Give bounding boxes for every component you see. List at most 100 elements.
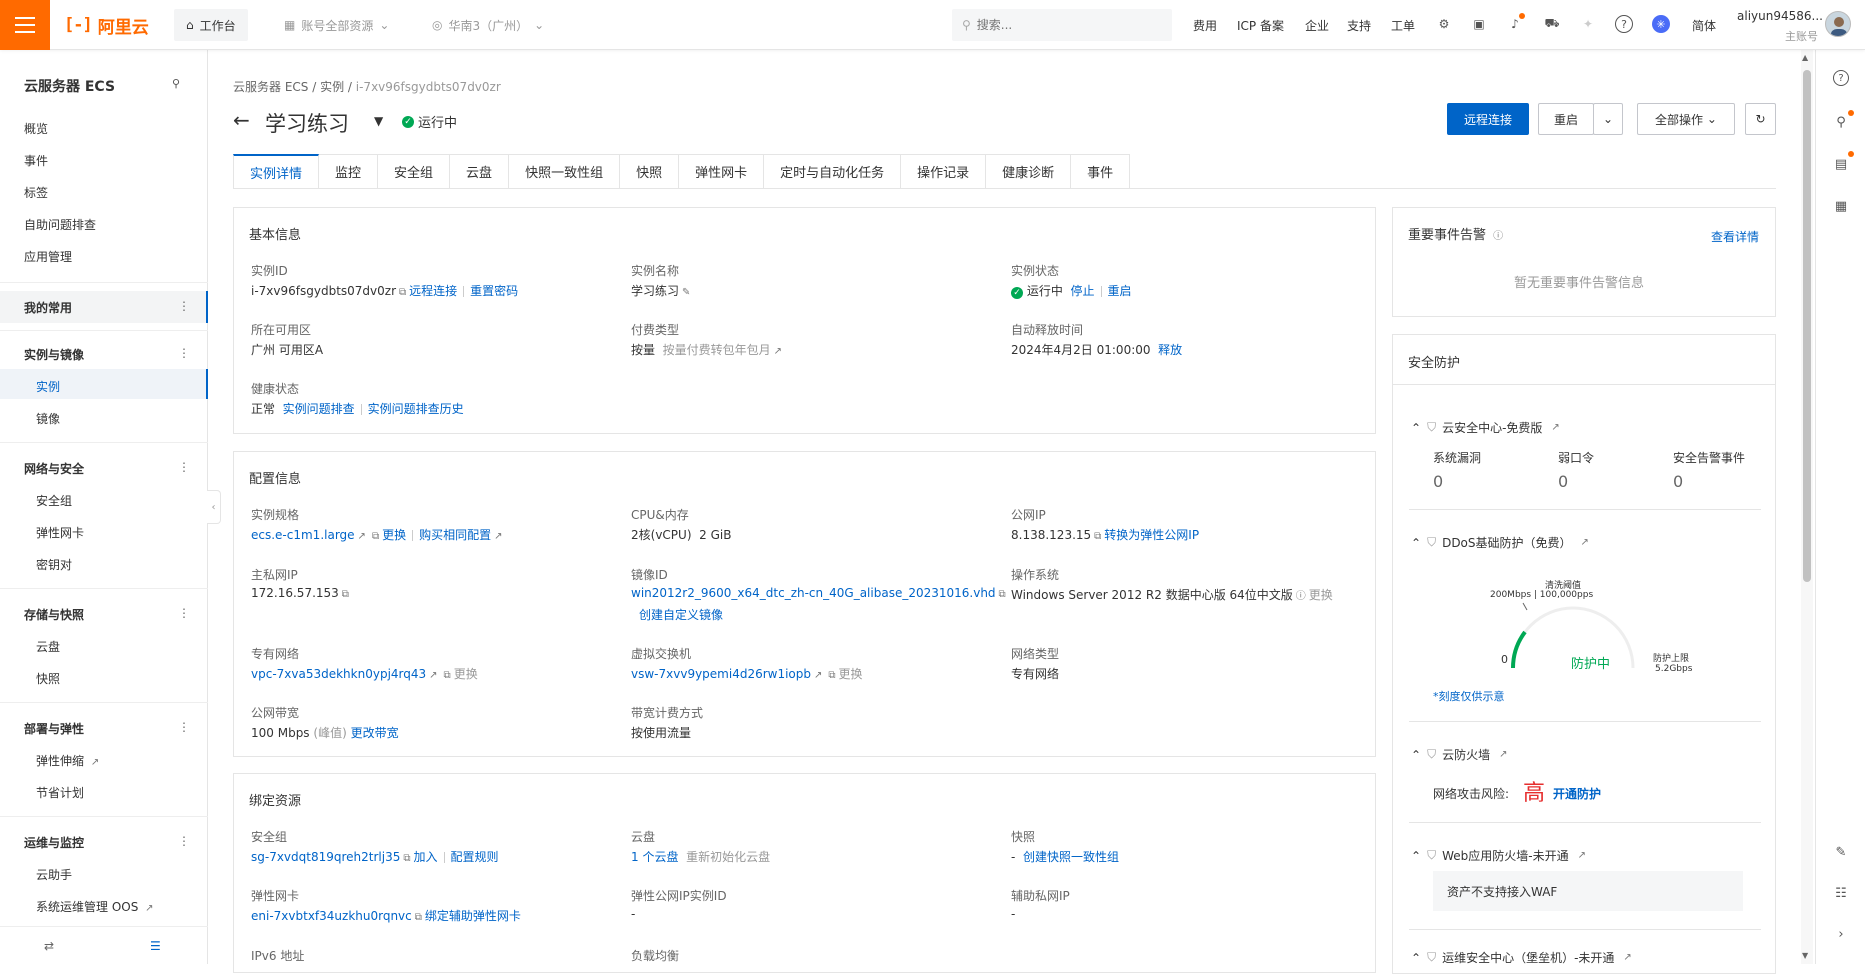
help-icon[interactable]: ⓘ: [1493, 227, 1503, 242]
restart-link[interactable]: 重启: [1108, 284, 1132, 298]
create-custom-image-link[interactable]: 创建自定义镜像: [639, 608, 723, 622]
user-name[interactable]: aliyun94586...: [1737, 9, 1823, 23]
tab-snapshot[interactable]: 快照: [620, 154, 680, 189]
global-search[interactable]: ⚲: [952, 9, 1172, 41]
troubleshoot-history-link[interactable]: 实例问题排查历史: [368, 402, 464, 416]
spec-link[interactable]: ecs.e-c1m1.large: [251, 528, 355, 542]
reinit-disk-link[interactable]: 重新初始化云盘: [686, 850, 770, 864]
feedback-icon[interactable]: ☷: [1831, 883, 1851, 903]
lightbulb-icon[interactable]: ✦: [1579, 15, 1597, 33]
scroll-down-icon[interactable]: ▼: [1802, 951, 1808, 960]
cart-icon[interactable]: ⛟: [1543, 15, 1561, 33]
nav-ticket[interactable]: 工单: [1391, 17, 1415, 34]
ddos-header[interactable]: ⌃ ⛉ DDoS基础防护（免费） ↗: [1411, 534, 1592, 551]
book-icon[interactable]: ▤: [1831, 154, 1851, 174]
nav-support[interactable]: 支持: [1347, 17, 1371, 34]
restart-dropdown-button[interactable]: ⌄: [1593, 103, 1623, 135]
sidebar-item-cloud-assistant[interactable]: 云助手: [36, 866, 72, 883]
change-vpc-link[interactable]: 更换: [454, 667, 478, 681]
switch-icon[interactable]: ⇄: [44, 939, 54, 953]
remote-connect-button[interactable]: 远程连接: [1447, 103, 1529, 135]
sidebar-group-instances[interactable]: 实例与镜像: [24, 346, 84, 363]
tab-monitor[interactable]: 监控: [319, 154, 379, 189]
terminal-icon[interactable]: ▣: [1470, 15, 1488, 33]
search-input[interactable]: [976, 18, 1147, 32]
sidebar-item-apps[interactable]: 应用管理: [24, 248, 72, 265]
region-select[interactable]: ◎ 华南3（广州） ⌄: [420, 9, 556, 41]
chevron-right-icon[interactable]: ›: [1831, 924, 1851, 944]
sidebar-item-tags[interactable]: 标签: [24, 184, 48, 201]
bind-secondary-eni-link[interactable]: 绑定辅助弹性网卡: [425, 909, 521, 923]
sidebar-item-instance[interactable]: 实例: [36, 378, 60, 395]
tab-details[interactable]: 实例详情: [233, 154, 320, 189]
edit-icon[interactable]: ✎: [682, 287, 690, 298]
scrollbar-thumb[interactable]: [1803, 70, 1811, 582]
sidebar-item-autoscaling[interactable]: 弹性伸缩 ↗: [36, 752, 102, 769]
help-icon[interactable]: ?: [1833, 70, 1849, 86]
sidebar-group-network[interactable]: 网络与安全: [24, 460, 84, 477]
copy-icon[interactable]: ⧉: [399, 287, 406, 298]
enable-protection-link[interactable]: 开通防护: [1553, 785, 1601, 802]
account-scope-select[interactable]: ▦ 账号全部资源 ⌄: [272, 9, 401, 41]
restart-button[interactable]: 重启: [1538, 103, 1594, 135]
more-icon[interactable]: ⋮: [178, 834, 190, 848]
sidebar-item-image[interactable]: 镜像: [36, 410, 60, 427]
tab-snapshot-group[interactable]: 快照一致性组: [509, 154, 621, 189]
more-icon[interactable]: ⋮: [178, 460, 190, 474]
sidebar-group-ops[interactable]: 运维与监控: [24, 834, 84, 851]
security-group-link[interactable]: sg-7xvdqt819qreh2trlj35: [251, 850, 400, 864]
bastion-header[interactable]: ⌃ ⛉ 运维安全中心（堡垒机）-未开通 ↗: [1411, 949, 1635, 966]
waf-header[interactable]: ⌃ ⛉ Web应用防火墙-未开通 ↗: [1411, 847, 1589, 864]
join-sg-link[interactable]: 加入: [414, 850, 438, 864]
all-operations-button[interactable]: 全部操作 ⌄: [1637, 103, 1735, 135]
change-vswitch-link[interactable]: 更换: [839, 667, 863, 681]
tab-scheduled-tasks[interactable]: 定时与自动化任务: [764, 154, 902, 189]
nav-enterprise[interactable]: 企业: [1305, 17, 1329, 34]
refresh-button[interactable]: ↻: [1745, 103, 1776, 135]
convert-subscription-link[interactable]: 按量付费转包年包月: [663, 343, 771, 357]
tab-disk[interactable]: 云盘: [450, 154, 510, 189]
change-bandwidth-link[interactable]: 更改带宽: [351, 726, 399, 740]
create-snapshot-group-link[interactable]: 创建快照一致性组: [1023, 850, 1119, 864]
scroll-up-icon[interactable]: ▲: [1802, 53, 1808, 62]
avatar[interactable]: [1825, 11, 1851, 37]
disk-link[interactable]: 1 个云盘: [631, 850, 678, 864]
aliyun-logo[interactable]: [-] 阿里云: [64, 14, 149, 38]
copy-icon[interactable]: ⧉: [403, 853, 410, 864]
change-spec-link[interactable]: 更换: [382, 528, 406, 542]
vpc-link[interactable]: vpc-7xva53dekhkn0ypj4rq43: [251, 667, 426, 681]
tab-eni[interactable]: 弹性网卡: [679, 154, 765, 189]
reset-password-link[interactable]: 重置密码: [470, 284, 518, 298]
stop-link[interactable]: 停止: [1070, 284, 1094, 298]
copy-icon[interactable]: ⧉: [828, 670, 835, 681]
sidebar-item-oos[interactable]: 系统运维管理 OOS ↗: [36, 898, 157, 915]
firewall-header[interactable]: ⌃ ⛉ 云防火墙 ↗: [1411, 746, 1510, 763]
tab-security-group[interactable]: 安全组: [378, 154, 451, 189]
view-details-link[interactable]: 查看详情: [1711, 228, 1759, 245]
change-os-link[interactable]: 更换: [1309, 588, 1333, 602]
nav-fees[interactable]: 费用: [1193, 17, 1217, 34]
sidebar-group-myfav[interactable]: 我的常用: [24, 299, 72, 316]
more-icon[interactable]: ⋮: [178, 606, 190, 620]
sidebar-item-disk[interactable]: 云盘: [36, 638, 60, 655]
help-icon[interactable]: ⓘ: [1296, 587, 1306, 602]
copy-icon[interactable]: ⧉: [372, 531, 379, 542]
language-switch[interactable]: 简体: [1692, 17, 1716, 34]
document-icon[interactable]: ▦: [1831, 196, 1851, 216]
more-icon[interactable]: ⋮: [178, 346, 190, 360]
spark-icon[interactable]: ✳: [1652, 15, 1670, 33]
sidebar-item-keypair[interactable]: 密钥对: [36, 556, 72, 573]
sidebar-item-security-group[interactable]: 安全组: [36, 492, 72, 509]
breadcrumb-ecs[interactable]: 云服务器 ECS: [233, 80, 308, 94]
help-icon[interactable]: ?: [1615, 15, 1633, 33]
list-view-icon[interactable]: ☰: [150, 939, 161, 953]
buy-same-link[interactable]: 购买相同配置: [419, 528, 491, 542]
caret-down-icon[interactable]: ▼: [374, 114, 383, 128]
sidebar-item-events[interactable]: 事件: [24, 152, 48, 169]
security-center-header[interactable]: ⌃ ⛉ 云安全中心-免费版 ↗: [1411, 419, 1563, 436]
sidebar-item-troubleshoot[interactable]: 自助问题排查: [24, 216, 96, 233]
copy-icon[interactable]: ⧉: [999, 589, 1006, 600]
more-icon[interactable]: ⋮: [178, 720, 190, 734]
sidebar-collapse-handle[interactable]: ‹: [207, 490, 221, 524]
copy-icon[interactable]: ⧉: [342, 589, 349, 600]
